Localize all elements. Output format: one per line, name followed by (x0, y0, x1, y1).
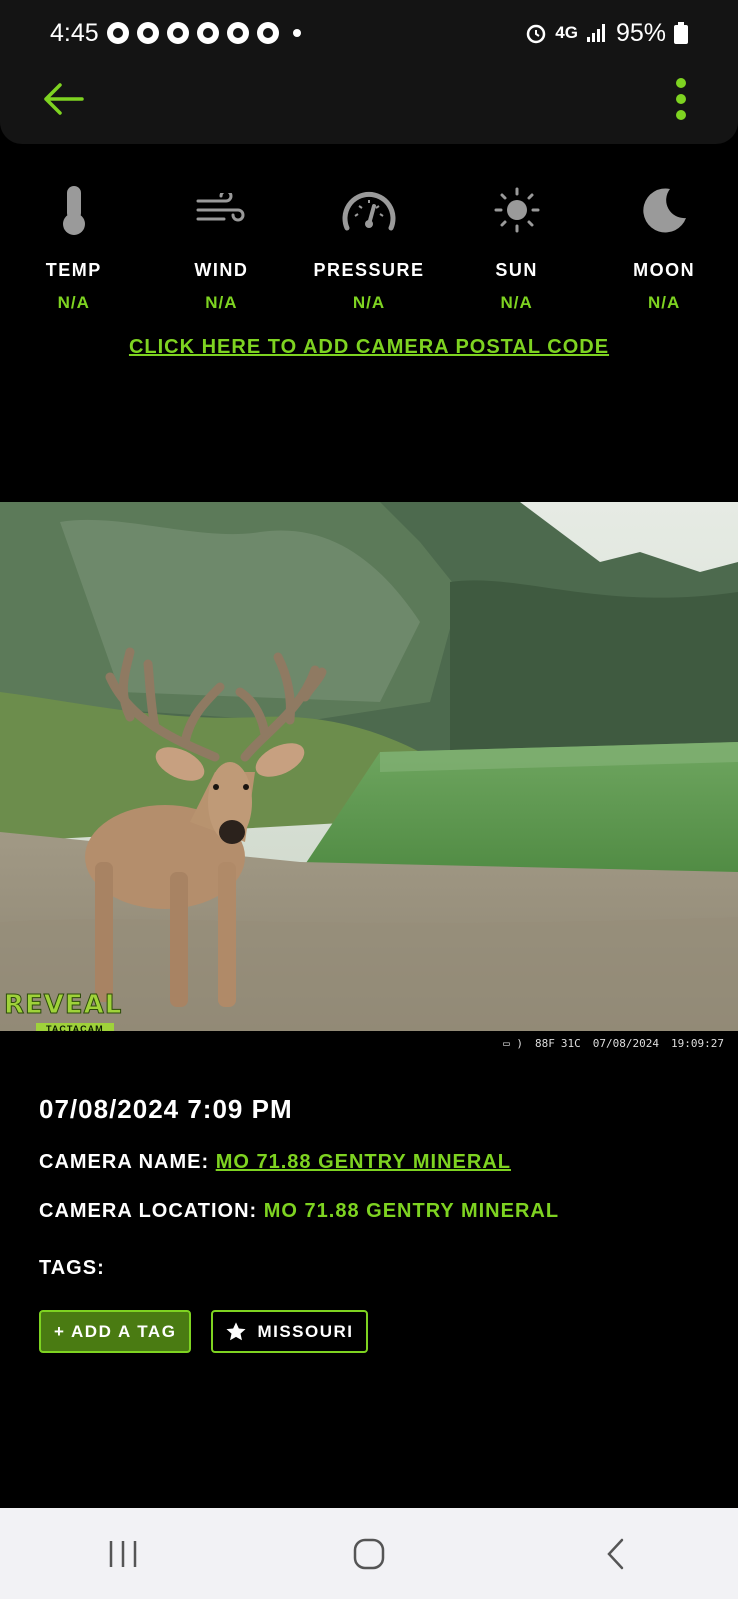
camera-name-link[interactable]: MO 71.88 GENTRY MINERAL (216, 1151, 511, 1173)
status-time: 4:45 (50, 18, 99, 47)
reveal-logo-text: REVEAL (4, 990, 123, 1020)
tag-label: MISSOURI (257, 1321, 354, 1341)
stamp-date: 07/08/2024 (592, 1036, 660, 1050)
camera-location-label: CAMERA LOCATION: (39, 1200, 258, 1222)
notification-dot-icon (292, 29, 301, 37)
alarm-icon (527, 24, 546, 44)
chrome-icon (196, 22, 219, 44)
status-bar: 4:45 4G 95% (0, 0, 738, 66)
stamp-temp-f: 88F (535, 1036, 555, 1050)
network-type: 4G (555, 23, 578, 42)
tags-list: + ADD A TAG MISSOURI (39, 1310, 719, 1353)
weather-label: MOON (633, 260, 696, 280)
more-vertical-icon (676, 78, 686, 88)
wind-icon (148, 180, 296, 240)
weather-pressure: PRESSURE N/A (295, 180, 443, 313)
arrow-left-icon (44, 83, 84, 115)
recent-apps-button[interactable] (83, 1524, 163, 1584)
back-button[interactable] (38, 74, 88, 124)
weather-label: TEMP (45, 260, 102, 280)
stamp-time: 19:09:27 (671, 1036, 724, 1050)
chrome-icon (256, 22, 279, 44)
camera-location-row: CAMERA LOCATION: MO 71.88 GENTRY MINERAL (39, 1200, 719, 1223)
moon-icon (590, 180, 738, 240)
add-tag-button[interactable]: + ADD A TAG (39, 1310, 192, 1353)
home-icon (353, 1538, 385, 1569)
chrome-icon (226, 22, 249, 44)
photo-details: 07/08/2024 7:09 PM CAMERA NAME: MO 71.88… (39, 1094, 719, 1353)
weather-sun: SUN N/A (443, 180, 591, 313)
thermometer-icon (0, 180, 148, 240)
back-nav-button[interactable] (575, 1524, 655, 1584)
system-nav-bar (0, 1508, 738, 1599)
more-menu-button[interactable] (666, 72, 696, 126)
weather-value: N/A (648, 293, 681, 312)
weather-wind: WIND N/A (148, 180, 296, 313)
chrome-icon (106, 22, 129, 44)
photo-scene (0, 502, 738, 1055)
battery-icon (674, 22, 688, 44)
camera-battery-icon: ▭ ) (503, 1036, 524, 1050)
weather-value: N/A (57, 293, 90, 312)
home-button[interactable] (329, 1524, 409, 1584)
weather-label: SUN (495, 260, 538, 280)
trail-camera-photo[interactable]: REVEAL TACTACAM ▭ ) 88F 31C 07/08/2024 1… (0, 502, 738, 1055)
status-left: 4:45 (50, 19, 301, 48)
weather-row: TEMP N/A WIND N/A PRESSURE N/A SUN N/A M… (0, 180, 738, 313)
weather-value: N/A (500, 293, 533, 312)
status-right: 4G 95% (525, 19, 688, 48)
chrome-icon (136, 22, 159, 44)
weather-label: WIND (194, 260, 249, 280)
app-header (0, 66, 738, 144)
weather-label: PRESSURE (313, 260, 425, 280)
signal-icon (586, 24, 605, 42)
weather-value: N/A (352, 293, 386, 312)
battery-percent: 95% (615, 18, 666, 47)
star-icon (226, 1321, 246, 1340)
recent-apps-icon (109, 1540, 137, 1567)
chevron-left-icon (607, 1538, 624, 1569)
weather-temp: TEMP N/A (0, 180, 148, 313)
photo-datetime: 07/08/2024 7:09 PM (39, 1094, 293, 1124)
tag-missouri[interactable]: MISSOURI (211, 1310, 368, 1353)
stamp-temp-c: 31C (560, 1036, 581, 1050)
camera-name-label: CAMERA NAME: (39, 1151, 210, 1173)
photo-stamp: ▭ ) 88F 31C 07/08/2024 19:09:27 (0, 1031, 738, 1055)
weather-value: N/A (205, 293, 238, 312)
reveal-logo: REVEAL TACTACAM (4, 990, 142, 1035)
sun-icon (443, 180, 591, 240)
tags-label: TAGS: (39, 1257, 105, 1279)
weather-moon: MOON N/A (590, 180, 738, 313)
gauge-icon (295, 180, 443, 240)
camera-name-row: CAMERA NAME: MO 71.88 GENTRY MINERAL (39, 1151, 719, 1174)
add-postal-code-link[interactable]: CLICK HERE TO ADD CAMERA POSTAL CODE (0, 336, 738, 359)
camera-location-value: MO 71.88 GENTRY MINERAL (263, 1200, 560, 1222)
chrome-icon (166, 22, 189, 44)
